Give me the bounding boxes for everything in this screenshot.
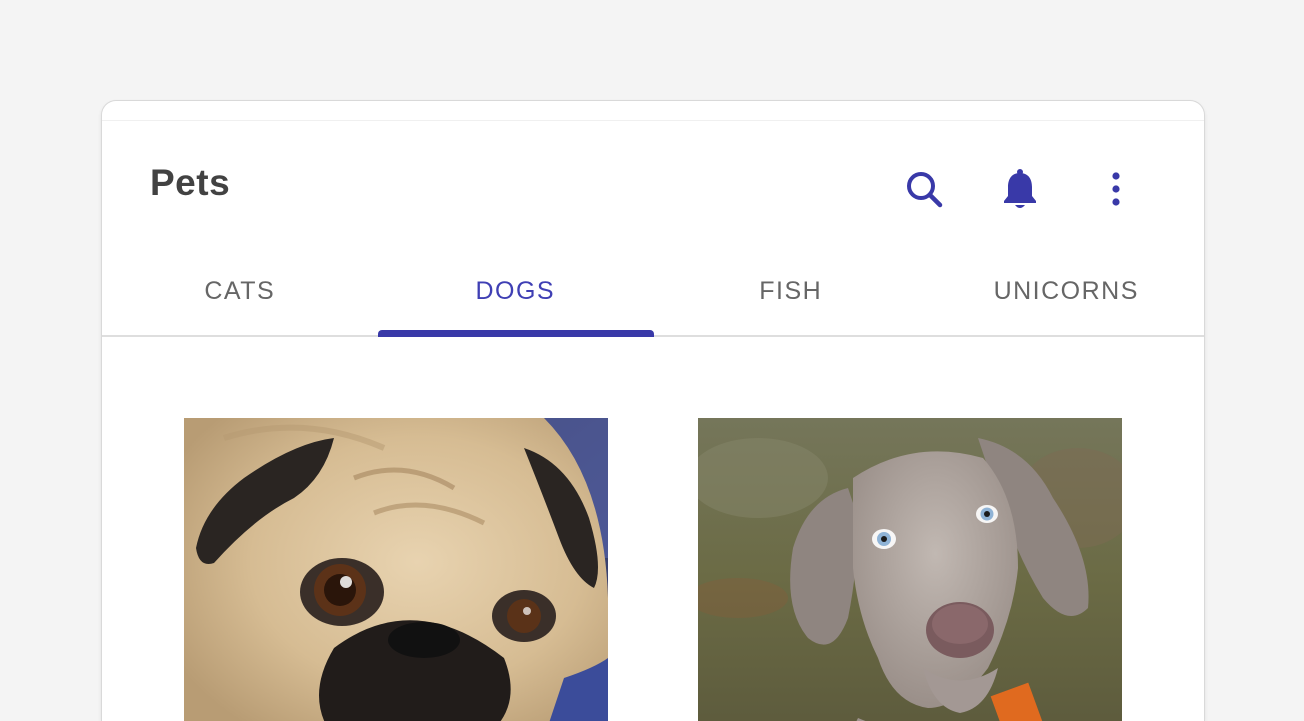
search-icon [907, 172, 943, 208]
pug-photo[interactable] [184, 418, 608, 721]
tab-label: DOGS [475, 276, 556, 305]
weimaraner-photo[interactable] [698, 418, 1122, 721]
tab-fish[interactable]: FISH [653, 251, 929, 335]
app-card: Pets CATS DOGS FISH UNICORNS [102, 101, 1204, 721]
search-button[interactable] [902, 167, 946, 211]
active-tab-indicator [377, 330, 654, 337]
bell-icon [1004, 169, 1036, 208]
tab-cats[interactable]: CATS [102, 251, 378, 335]
tab-unicorns[interactable]: UNICORNS [929, 251, 1205, 335]
tab-label: CATS [204, 276, 276, 305]
tab-label: UNICORNS [993, 276, 1139, 305]
more-vert-icon [1112, 172, 1120, 206]
notifications-button[interactable] [998, 167, 1042, 211]
tab-label: FISH [759, 276, 823, 305]
tab-dogs[interactable]: DOGS [377, 251, 654, 337]
tab-bar: CATS DOGS FISH UNICORNS [102, 251, 1204, 337]
more-options-button[interactable] [1094, 167, 1138, 211]
page-title: Pets [150, 162, 231, 203]
card-top-edge [102, 101, 1204, 121]
